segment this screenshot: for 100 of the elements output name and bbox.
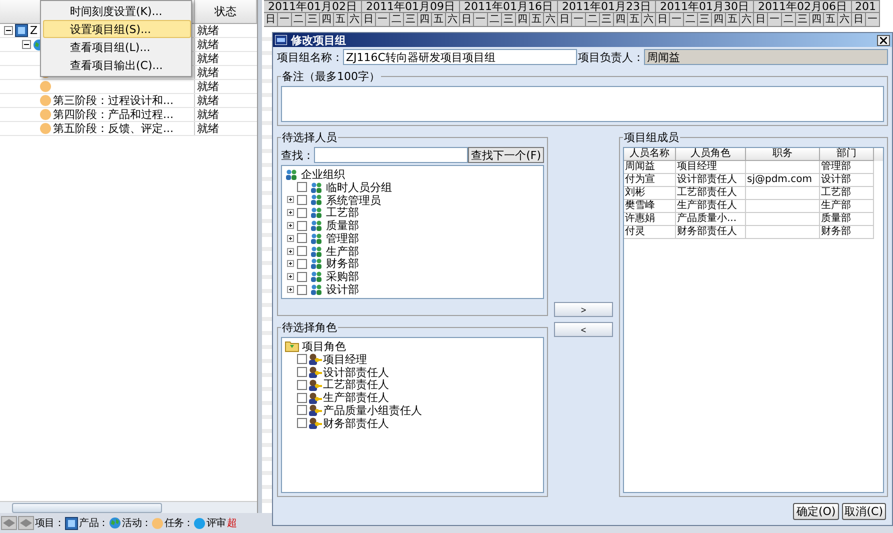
checkbox[interactable] <box>297 366 307 377</box>
tree-item-label[interactable]: 第三阶段：过程设计和... <box>53 94 174 107</box>
table-cell: 设计部 <box>820 174 874 187</box>
ok-button[interactable]: 确定(O) <box>793 502 839 520</box>
search-field[interactable] <box>314 147 468 163</box>
tree-item-label[interactable]: 企业组织 <box>301 166 345 182</box>
tree-item-label[interactable]: 管理部 <box>326 230 359 246</box>
checkbox[interactable] <box>297 354 307 364</box>
checkbox[interactable] <box>297 272 307 282</box>
person-key-icon <box>308 378 322 391</box>
tree-item-label[interactable]: 设计部 <box>326 282 359 298</box>
expand-icon[interactable] <box>287 286 294 294</box>
checkbox[interactable] <box>297 380 307 390</box>
menu-item[interactable]: 查看项目组(L)... <box>43 38 191 56</box>
expand-icon[interactable] <box>287 196 294 204</box>
tree-item-label[interactable]: 生产部责任人 <box>323 390 389 406</box>
column-header[interactable]: 职务 <box>746 148 820 161</box>
day-header: 三 <box>306 13 320 27</box>
tree-item-label[interactable]: 采购部 <box>326 269 359 284</box>
collapse-icon[interactable] <box>4 26 13 35</box>
group-legend: 待选择角色 <box>281 320 338 335</box>
menu-item[interactable]: 查看项目输出(C)... <box>43 56 191 74</box>
horizontal-scrollbar[interactable] <box>0 501 257 513</box>
checkbox[interactable] <box>297 194 307 205</box>
checkbox[interactable] <box>297 182 307 192</box>
checkbox[interactable] <box>297 246 307 256</box>
table-cell: 许惠娟 <box>624 213 676 226</box>
day-header: 三 <box>796 13 810 27</box>
day-header: 四 <box>810 13 824 27</box>
day-header: 五 <box>726 13 740 27</box>
day-header: 二 <box>782 13 796 27</box>
day-header: 一 <box>670 13 684 27</box>
tree-item-label[interactable]: 临时人员分组 <box>326 180 392 195</box>
cancel-button[interactable]: 取消(C) <box>842 502 886 520</box>
activity-dot-icon <box>40 123 51 134</box>
checkbox[interactable] <box>297 284 307 295</box>
checkbox[interactable] <box>297 258 307 269</box>
add-button[interactable]: > <box>554 302 613 317</box>
tree-item-label[interactable]: 工艺部 <box>326 205 359 220</box>
table-cell: 财务部 <box>820 226 874 239</box>
day-header: 四 <box>614 13 628 27</box>
expand-icon[interactable] <box>287 260 294 268</box>
week-header: 2011年01月16日 <box>460 0 558 13</box>
find-next-button[interactable]: 查找下一个(F) <box>468 147 544 163</box>
checkbox[interactable] <box>297 392 307 403</box>
day-header: 一 <box>278 13 292 27</box>
expand-icon[interactable] <box>287 222 294 230</box>
activity-dot-icon <box>40 95 51 106</box>
tree-item-label[interactable]: 财务部 <box>326 256 359 272</box>
checkbox[interactable] <box>297 418 307 428</box>
column-header[interactable]: 人员角色 <box>676 148 746 161</box>
checkbox[interactable] <box>297 208 307 218</box>
legend-label: 任务： <box>164 517 194 530</box>
column-header[interactable]: 人员名称 <box>624 148 676 161</box>
tree-item-label[interactable]: 第五阶段：反馈、评定... <box>53 122 174 135</box>
group-legend: 备注（最多100字） <box>281 69 381 84</box>
menu-item[interactable]: 设置项目组(S)... <box>43 20 191 38</box>
tree-item-label[interactable]: 项目角色 <box>302 338 346 354</box>
expand-icon[interactable] <box>287 209 294 216</box>
legend-label: 项目： <box>35 517 64 530</box>
people-group-icon <box>285 168 298 180</box>
checkbox[interactable] <box>297 405 307 416</box>
week-header: 2011年01月09日 <box>362 0 460 13</box>
expand-icon[interactable] <box>287 248 294 255</box>
day-header: 三 <box>600 13 614 27</box>
checkbox[interactable] <box>297 220 307 231</box>
expand-icon[interactable] <box>287 234 294 242</box>
day-header: 六 <box>740 13 754 27</box>
tree-item-label[interactable]: 生产部 <box>326 244 359 259</box>
input-field[interactable]: 周闻益 <box>644 49 888 65</box>
collapse-icon[interactable] <box>22 40 31 49</box>
tree-item-label[interactable]: 设计部责任人 <box>323 364 389 380</box>
input-field[interactable]: ZJ116C转向器研发项目项目组 <box>343 49 577 65</box>
remove-button[interactable]: < <box>554 322 613 337</box>
close-button[interactable] <box>877 34 890 46</box>
day-header: 日 <box>852 13 866 27</box>
tree-item-label[interactable]: 产品质量小组责任人 <box>323 402 422 418</box>
day-header: 五 <box>628 13 642 27</box>
tree-item-label[interactable]: 工艺部责任人 <box>323 377 389 392</box>
table-cell: 樊雪峰 <box>624 200 676 213</box>
day-header: 日 <box>362 13 376 27</box>
tree-item-label[interactable]: 项目经理 <box>323 352 367 367</box>
table-cell: 生产部 <box>820 200 874 213</box>
tree-item-label[interactable]: 第四阶段：产品和过程... <box>53 108 174 121</box>
checkbox[interactable] <box>297 233 307 244</box>
tree-item-label[interactable]: 系统管理员 <box>326 192 381 208</box>
day-header: 五 <box>432 13 446 27</box>
person-key-icon <box>308 353 322 366</box>
expand-icon[interactable] <box>287 273 294 280</box>
legend-label: 活动： <box>122 517 152 530</box>
tree-item-label[interactable]: 财务部责任人 <box>323 416 389 431</box>
globe-icon <box>109 517 122 529</box>
table-cell: 付为宣 <box>624 174 676 187</box>
column-header[interactable]: 部门 <box>820 148 874 161</box>
tree-item-label[interactable]: Z <box>30 24 38 37</box>
activity-dot-icon <box>40 109 51 120</box>
remark-field[interactable] <box>281 86 884 122</box>
column-header[interactable]: 状态 <box>195 0 257 23</box>
tree-item-label[interactable]: 质量部 <box>326 218 359 234</box>
menu-item[interactable]: 时间刻度设置(K)... <box>43 2 191 20</box>
